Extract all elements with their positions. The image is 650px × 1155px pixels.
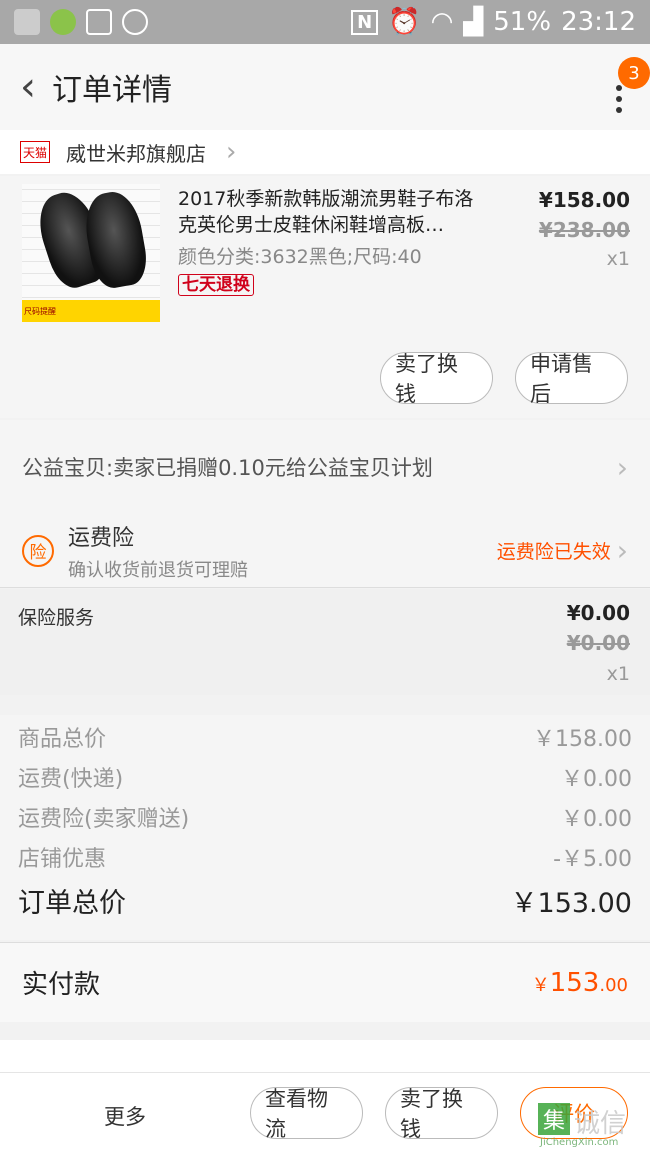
service-price: ¥0.00 xyxy=(566,601,630,625)
service-label: 保险服务 xyxy=(18,607,95,629)
size-reminder-banner: 尺码提醒 xyxy=(22,300,160,322)
summary-value: ￥158.00 xyxy=(533,727,632,752)
page-title: 订单详情 xyxy=(52,73,172,108)
summary-value: ￥0.00 xyxy=(561,807,632,832)
product-price: ¥158.00 xyxy=(538,188,630,212)
resell-button[interactable]: 卖了换钱 xyxy=(380,352,493,406)
more-menu-button[interactable]: 3 xyxy=(600,57,650,118)
insurance-icon: 险 xyxy=(22,534,54,567)
product-quantity: x1 xyxy=(606,248,630,270)
notification-badge: 3 xyxy=(618,57,650,89)
more-dots-icon xyxy=(616,85,622,118)
summary-label: 运费险(卖家赠送) xyxy=(18,807,190,832)
bottom-action-bar: 更多 查看物流 卖了换钱 评价 集 诚信 JiChengXin.com xyxy=(0,1072,650,1155)
return-policy-tag: 七天退换 xyxy=(178,274,254,296)
signal-icon: ▟ xyxy=(463,7,484,37)
after-sales-button[interactable]: 申请售后 xyxy=(515,352,628,406)
service-quantity: x1 xyxy=(606,663,630,685)
chevron-right-icon: › xyxy=(226,137,237,167)
alarm-icon: ⏰ xyxy=(388,7,421,37)
paid-amount: ￥153.00 xyxy=(531,967,628,998)
app-icon xyxy=(14,9,40,35)
chevron-right-icon: › xyxy=(616,450,628,484)
price-summary: 商品总价 ￥158.00 运费(快递) ￥0.00 运费险(卖家赠送) ￥0.0… xyxy=(0,715,650,940)
insurance-status: 运费险已失效 xyxy=(496,541,611,563)
order-item[interactable]: 尺码提醒 2017秋季新款韩版潮流男鞋子布洛克英伦男士皮鞋休闲鞋增高板… 颜色分… xyxy=(0,176,650,418)
resell-button[interactable]: 卖了换钱 xyxy=(385,1087,498,1141)
product-original-price: ¥238.00 xyxy=(538,218,630,242)
order-total-row: 订单总价 ￥153.00 xyxy=(18,881,632,920)
tmall-logo-icon: 天猫 xyxy=(20,141,50,163)
app-header: ‹ 订单详情 3 xyxy=(0,44,650,130)
shop-row[interactable]: 天猫 威世米邦旗舰店 › xyxy=(0,130,650,174)
product-sku: 颜色分类:3632黑色;尺码:40 xyxy=(178,246,422,268)
shipping-insurance-row[interactable]: 险 运费险 确认收货前退货可理赔 运费险已失效 › xyxy=(0,514,650,588)
charity-row[interactable]: 公益宝贝:卖家已捐赠0.10元给公益宝贝计划 › xyxy=(0,420,650,514)
summary-row: 运费险(卖家赠送) ￥0.00 xyxy=(18,801,632,833)
actual-payment-row: 实付款 ￥153.00 xyxy=(0,942,650,1022)
summary-label: 运费(快递) xyxy=(18,767,124,792)
clock-time: 23:12 xyxy=(561,7,636,37)
charity-text: 公益宝贝:卖家已捐赠0.10元给公益宝贝计划 xyxy=(22,456,433,480)
more-button[interactable]: 更多 xyxy=(104,1101,146,1131)
chevron-right-icon: › xyxy=(616,534,628,567)
service-original-price: ¥0.00 xyxy=(566,631,630,655)
product-title: 2017秋季新款韩版潮流男鞋子布洛克英伦男士皮鞋休闲鞋增高板… xyxy=(178,188,474,236)
wifi-icon: ◠ xyxy=(430,7,454,37)
app-icon xyxy=(50,9,76,35)
shop-name: 威世米邦旗舰店 xyxy=(66,141,206,166)
order-total-label: 订单总价 xyxy=(18,888,126,919)
watermark-logo: 集 诚信 JiChengXin.com xyxy=(526,1103,646,1151)
summary-value: ￥0.00 xyxy=(561,767,632,792)
summary-label: 店铺优惠 xyxy=(18,847,107,872)
view-logistics-button[interactable]: 查看物流 xyxy=(250,1087,363,1141)
insurance-service-row: 保险服务 ¥0.00 ¥0.00 x1 xyxy=(0,589,650,695)
qq-icon xyxy=(122,9,148,35)
summary-row: 商品总价 ￥158.00 xyxy=(18,721,632,753)
battery-text: 51% xyxy=(493,7,552,37)
insurance-title: 运费险 xyxy=(68,525,135,551)
summary-label: 商品总价 xyxy=(18,727,107,752)
order-total-value: ￥153.00 xyxy=(510,888,632,919)
calendar-icon xyxy=(86,9,112,35)
paid-label: 实付款 xyxy=(22,970,101,1000)
summary-row: 店铺优惠 -￥5.00 xyxy=(18,841,632,873)
product-thumbnail[interactable]: 尺码提醒 xyxy=(22,184,160,322)
status-bar: N ⏰ ◠ ▟ 51% 23:12 xyxy=(0,0,650,44)
nfc-icon: N xyxy=(351,9,379,35)
back-arrow-icon[interactable]: ‹ xyxy=(10,64,46,110)
summary-row: 运费(快递) ￥0.00 xyxy=(18,761,632,793)
summary-value: -￥5.00 xyxy=(553,847,632,872)
insurance-subtitle: 确认收货前退货可理赔 xyxy=(68,559,248,581)
